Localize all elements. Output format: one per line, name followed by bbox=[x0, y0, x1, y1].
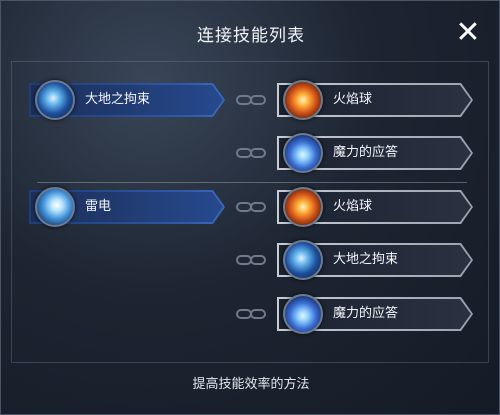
earth-bind-icon bbox=[35, 80, 75, 120]
close-icon[interactable]: ✕ bbox=[453, 18, 483, 49]
chain-link-icon bbox=[236, 309, 266, 319]
linked-skills-dialog: 连接技能列表 ✕ 大地之拘束 火焰球 魔力的应答 雷电 火焰球 大地之拘束 魔力… bbox=[0, 0, 500, 415]
chain-link-icon bbox=[236, 95, 266, 105]
chain-link-icon bbox=[236, 255, 266, 265]
earth-bind-icon bbox=[283, 240, 323, 280]
chain-link-icon bbox=[236, 148, 266, 158]
linked-skill-label: 魔力的应答 bbox=[333, 145, 399, 160]
linked-skill-label: 魔力的应答 bbox=[333, 306, 399, 321]
lightning-icon bbox=[35, 187, 75, 227]
source-skill-label: 雷电 bbox=[85, 199, 112, 214]
linked-skill-label: 火焰球 bbox=[333, 92, 373, 107]
mana-response-icon bbox=[283, 294, 323, 334]
mana-response-icon bbox=[283, 133, 323, 173]
chain-link-icon bbox=[236, 202, 266, 212]
linked-skill-label: 大地之拘束 bbox=[333, 252, 399, 267]
fireball-icon bbox=[283, 80, 323, 120]
fireball-icon bbox=[283, 187, 323, 227]
group-divider bbox=[37, 182, 467, 183]
efficiency-tips-link[interactable]: 提高技能效率的方法 bbox=[1, 373, 500, 392]
dialog-title: 连接技能列表 bbox=[197, 26, 305, 46]
source-skill-label: 大地之拘束 bbox=[85, 92, 151, 107]
linked-skill-label: 火焰球 bbox=[333, 199, 373, 214]
